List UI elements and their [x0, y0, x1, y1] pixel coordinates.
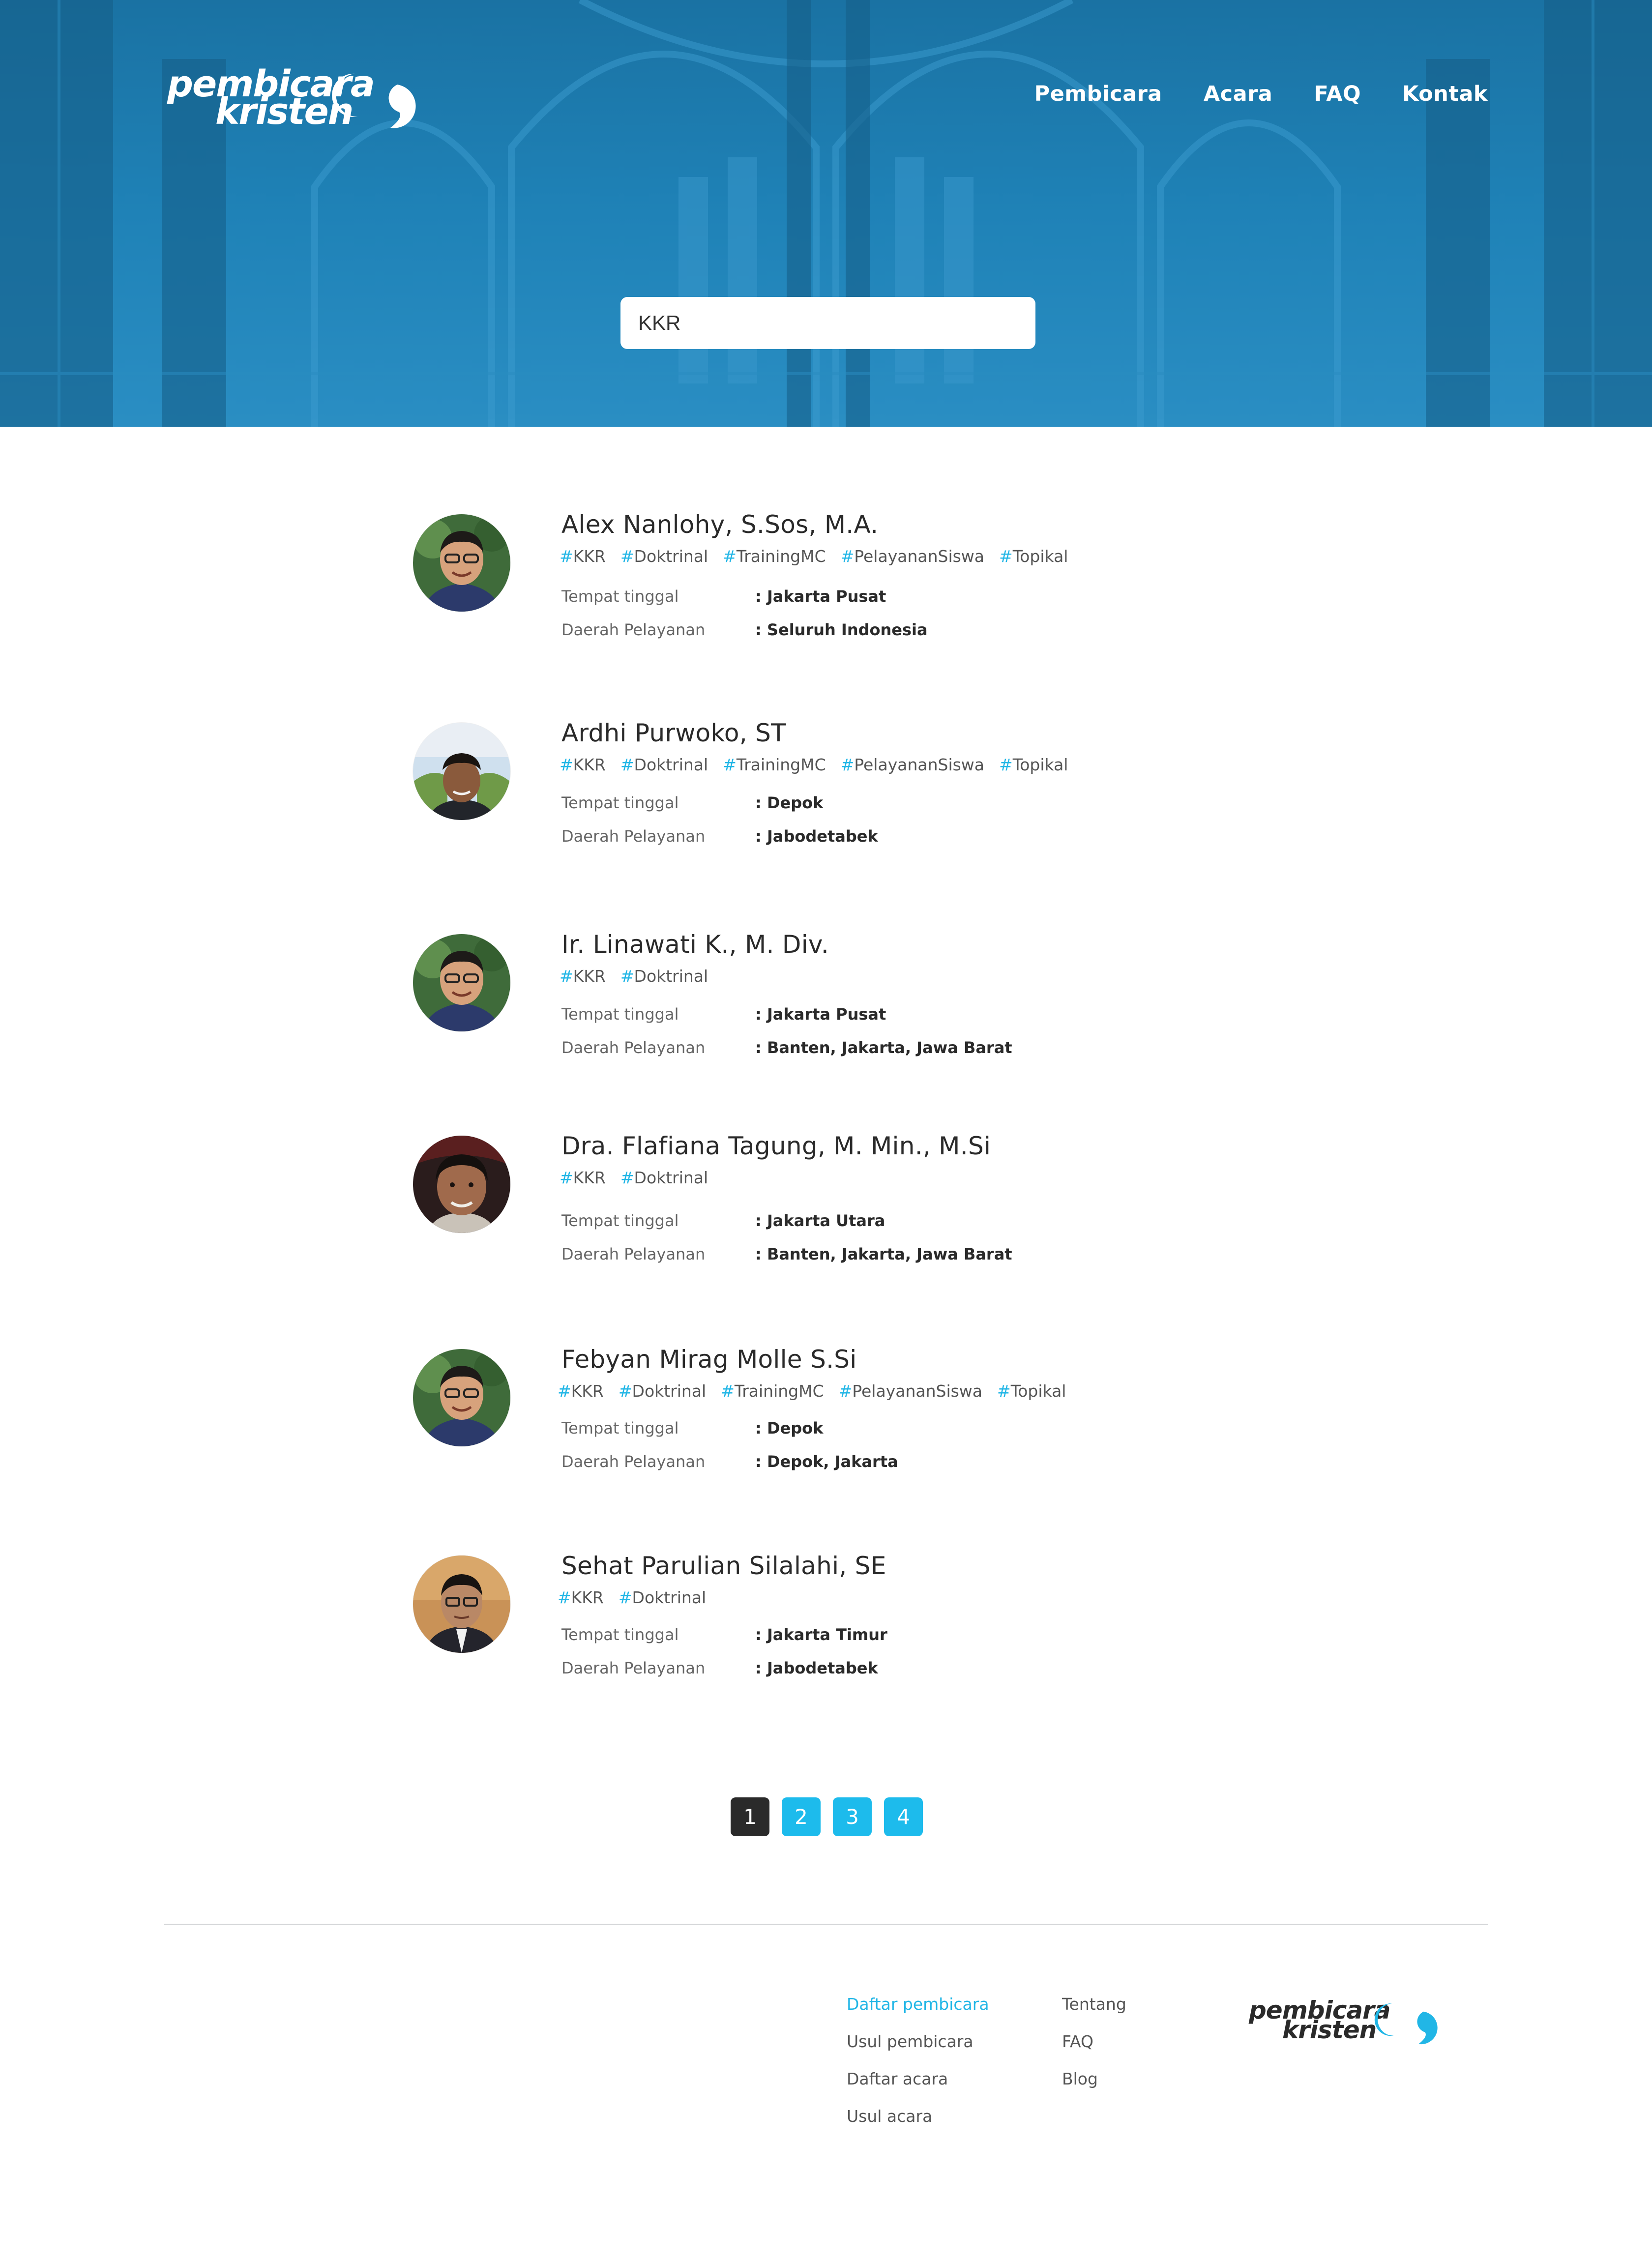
tag[interactable]: #TrainingMC [723, 755, 826, 774]
pagination: 1 2 3 4 [731, 1797, 923, 1836]
speaker-name[interactable]: Ir. Linawati K., M. Div. [561, 930, 829, 959]
speaker-name[interactable]: Ardhi Purwoko, ST [561, 719, 786, 747]
footer-divider [164, 1924, 1488, 1925]
footer-link-faq[interactable]: FAQ [1062, 2033, 1126, 2050]
footer-logo-text-line2: kristen [1282, 2016, 1377, 2044]
tag[interactable]: #Doktrinal [620, 967, 708, 986]
service-area-value: : Seluruh Indonesia [755, 620, 928, 639]
hero-banner: pembicara kristen Pembicara Acara FAQ Ko… [0, 0, 1652, 427]
residence-value: : Jakarta Pusat [755, 1005, 886, 1024]
tag[interactable]: #Doktrinal [619, 1381, 706, 1401]
residence-value: : Jakarta Utara [755, 1211, 885, 1230]
tag[interactable]: #KKR [560, 547, 606, 566]
tag[interactable]: #KKR [560, 755, 606, 774]
tag-list: #KKR #Doktrinal #TrainingMC #PelayananSi… [560, 547, 1068, 566]
footer-links-secondary: Tentang FAQ Blog [1062, 1996, 1126, 2087]
residence-label: Tempat tinggal [561, 1625, 679, 1644]
service-area-label: Daerah Pelayanan [561, 1452, 706, 1471]
page-button-3[interactable]: 3 [833, 1797, 872, 1836]
nav-pembicara[interactable]: Pembicara [1034, 82, 1162, 106]
tag[interactable]: #TrainingMC [723, 547, 826, 566]
service-area-label: Daerah Pelayanan [561, 1659, 706, 1677]
speaker-name[interactable]: Alex Nanlohy, S.Sos, M.A. [561, 510, 878, 539]
residence-label: Tempat tinggal [561, 587, 679, 606]
footer-link-usul-pembicara[interactable]: Usul pembicara [847, 2033, 989, 2050]
avatar[interactable] [413, 1349, 510, 1446]
page-button-2[interactable]: 2 [782, 1797, 821, 1836]
avatar[interactable] [413, 514, 510, 612]
service-area-label: Daerah Pelayanan [561, 827, 706, 846]
residence-value: : Depok [755, 1419, 824, 1438]
nav-faq[interactable]: FAQ [1314, 82, 1361, 106]
avatar[interactable] [413, 1136, 510, 1233]
speaker-name[interactable]: Febyan Mirag Molle S.Si [561, 1345, 857, 1374]
speaker-name[interactable]: Dra. Flafiana Tagung, M. Min., M.Si [561, 1132, 991, 1160]
footer-link-daftar-acara[interactable]: Daftar acara [847, 2071, 989, 2087]
speaker-card[interactable]: Febyan Mirag Molle S.Si #KKR #Doktrinal … [413, 1345, 1200, 1497]
tag[interactable]: #PelayananSiswa [839, 1381, 982, 1401]
site-logo[interactable]: pembicara kristen [167, 64, 433, 138]
service-area-value: : Banten, Jakarta, Jawa Barat [755, 1038, 1012, 1057]
avatar[interactable] [413, 934, 510, 1031]
service-area-value: : Banten, Jakarta, Jawa Barat [755, 1245, 1012, 1263]
tag-list: #KKR #Doktrinal [560, 1168, 708, 1187]
speaker-card[interactable]: Ir. Linawati K., M. Div. #KKR #Doktrinal… [413, 930, 1200, 1082]
footer-link-tentang[interactable]: Tentang [1062, 1996, 1126, 2013]
speech-bubbles-icon [332, 73, 416, 128]
nav-acara[interactable]: Acara [1204, 82, 1273, 106]
residence-value: : Jakarta Timur [755, 1625, 887, 1644]
footer-logo[interactable]: pembicara kristen [1249, 1998, 1455, 2052]
tag-list: #KKR #Doktrinal [560, 967, 708, 986]
tag[interactable]: #KKR [560, 1168, 606, 1187]
footer-links-primary: Daftar pembicara Usul pembicara Daftar a… [847, 1996, 989, 2125]
tag[interactable]: #PelayananSiswa [841, 547, 984, 566]
tag[interactable]: #PelayananSiswa [841, 755, 984, 774]
nav-kontak[interactable]: Kontak [1402, 82, 1488, 106]
speech-bubbles-icon [1374, 2003, 1438, 2045]
residence-label: Tempat tinggal [561, 1419, 679, 1438]
tag[interactable]: #Doktrinal [620, 547, 708, 566]
tag[interactable]: #Doktrinal [619, 1588, 706, 1607]
footer-link-usul-acara[interactable]: Usul acara [847, 2108, 989, 2125]
speaker-card[interactable]: Dra. Flafiana Tagung, M. Min., M.Si #KKR… [413, 1132, 1200, 1283]
footer-link-blog[interactable]: Blog [1062, 2071, 1126, 2087]
tag[interactable]: #Doktrinal [620, 755, 708, 774]
footer-link-daftar-pembicara[interactable]: Daftar pembicara [847, 1996, 989, 2013]
service-area-value: : Depok, Jakarta [755, 1452, 898, 1471]
speaker-card[interactable]: Ardhi Purwoko, ST #KKR #Doktrinal #Train… [413, 719, 1200, 870]
page-button-4[interactable]: 4 [884, 1797, 923, 1836]
service-area-label: Daerah Pelayanan [561, 1038, 706, 1057]
tag[interactable]: #Topikal [999, 547, 1068, 566]
tag-list: #KKR #Doktrinal #TrainingMC #PelayananSi… [560, 755, 1068, 774]
tag[interactable]: #KKR [558, 1588, 604, 1607]
residence-value: : Depok [755, 793, 824, 812]
search-input[interactable] [620, 297, 1035, 349]
tag[interactable]: #KKR [558, 1381, 604, 1401]
avatar[interactable] [413, 1556, 510, 1653]
page-button-1[interactable]: 1 [731, 1797, 769, 1836]
speaker-card[interactable]: Sehat Parulian Silalahi, SE #KKR #Doktri… [413, 1552, 1200, 1703]
speaker-card[interactable]: Alex Nanlohy, S.Sos, M.A. #KKR #Doktrina… [413, 510, 1200, 662]
tag[interactable]: #Topikal [997, 1381, 1066, 1401]
service-area-value: : Jabodetabek [755, 827, 878, 846]
service-area-value: : Jabodetabek [755, 1659, 878, 1677]
residence-label: Tempat tinggal [561, 793, 679, 812]
main-nav: Pembicara Acara FAQ Kontak [1034, 82, 1488, 106]
residence-label: Tempat tinggal [561, 1005, 679, 1024]
tag-list: #KKR #Doktrinal [558, 1588, 706, 1607]
avatar[interactable] [413, 723, 510, 820]
tag-list: #KKR #Doktrinal #TrainingMC #PelayananSi… [558, 1381, 1066, 1401]
service-area-label: Daerah Pelayanan [561, 620, 706, 639]
service-area-label: Daerah Pelayanan [561, 1245, 706, 1263]
tag[interactable]: #KKR [560, 967, 606, 986]
tag[interactable]: #TrainingMC [721, 1381, 824, 1401]
tag[interactable]: #Topikal [999, 755, 1068, 774]
residence-label: Tempat tinggal [561, 1211, 679, 1230]
speaker-name[interactable]: Sehat Parulian Silalahi, SE [561, 1552, 886, 1580]
residence-value: : Jakarta Pusat [755, 587, 886, 606]
tag[interactable]: #Doktrinal [620, 1168, 708, 1187]
